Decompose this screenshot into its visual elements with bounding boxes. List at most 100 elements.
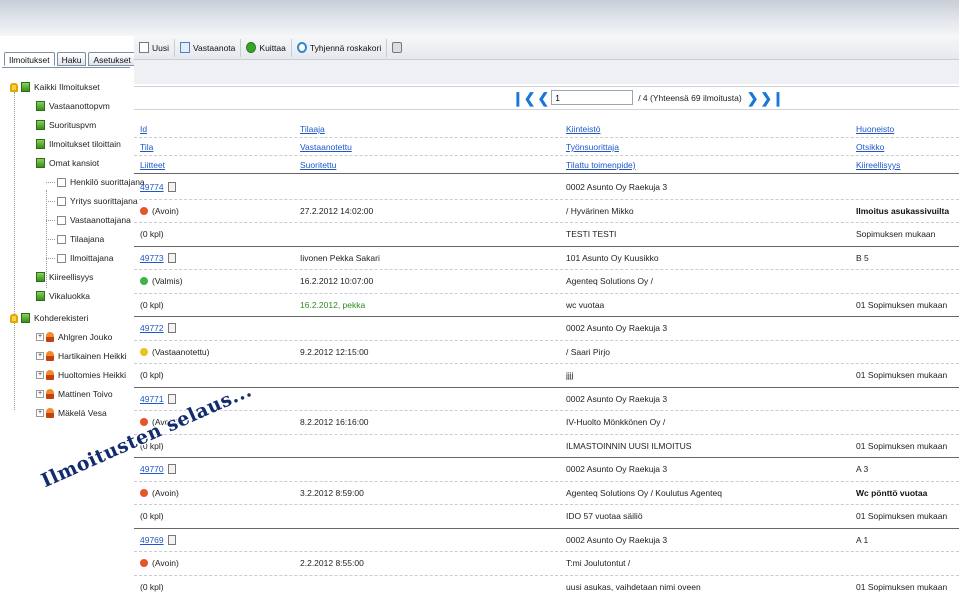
tree-node-yritys-suorittajana[interactable]: Yritys suorittajana (46, 194, 138, 208)
tree-node-vastaanottopvm[interactable]: Vastaanottopvm (36, 99, 110, 113)
header-tilaaja[interactable]: Tilaaja (300, 120, 566, 138)
tree-node-makela-vesa[interactable]: + Mäkelä Vesa (36, 406, 107, 420)
tree-node-tiloittain[interactable]: Ilmoitukset tiloittain (36, 137, 121, 151)
note-icon[interactable] (167, 252, 176, 263)
record-id-link[interactable]: 49773 (140, 253, 164, 263)
table-row[interactable]: 49771 0002 Asunto Oy Raekuja 3 (134, 388, 959, 412)
table-row[interactable]: (0 kpl) jjjj 01 Sopimuksen mukaan (134, 364, 959, 388)
note-icon[interactable] (167, 393, 176, 404)
receive-button[interactable]: Vastaanota (175, 38, 242, 57)
tree-node-omat-kansiot[interactable]: Omat kansiot (36, 156, 99, 170)
header-kiireellisyys[interactable]: Kiireellisyys (856, 156, 959, 174)
next-page-icon[interactable]: ❯ (747, 91, 759, 105)
header-id[interactable]: Id (140, 120, 298, 138)
expand-icon[interactable]: + (36, 371, 44, 379)
table-row[interactable]: (Avoin) 3.2.2012 8:59:00 Agenteq Solutions… (134, 482, 959, 505)
table-row[interactable]: 49770 0002 Asunto Oy Raekuja 3 A 3 (134, 458, 959, 482)
table-row[interactable]: 49773 Iivonen Pekka Sakari 101 Asunto Oy K… (134, 247, 959, 270)
header-suoritettu[interactable]: Suoritettu (300, 156, 566, 174)
record-attachments: (0 kpl) (140, 581, 164, 592)
table-row[interactable]: (0 kpl) uusi asukas, vaihdetaan nimi ovee… (134, 576, 959, 598)
record-property: 101 Asunto Oy Kuusikko (566, 252, 659, 263)
page-number-input[interactable] (551, 90, 634, 105)
expand-icon[interactable]: + (36, 352, 44, 360)
receive-button-label: Vastaanota (193, 42, 236, 53)
empty-trash-button[interactable]: Tyhjennä roskakori (292, 38, 388, 57)
table-row[interactable]: (0 kpl) ILMASTOINNIN UUSI ILMOITUS 01 Sopi… (134, 435, 959, 458)
last-page-icon[interactable]: ❯❙ (760, 91, 783, 105)
tab-ilmoitukset[interactable]: Ilmoitukset (4, 52, 55, 66)
navigation-panel: Ilmoitukset Haku Asetukset Kaikki Ilmoit… (0, 50, 145, 598)
table-row[interactable]: 49772 0002 Asunto Oy Raekuja 3 (134, 317, 959, 341)
status-text: (Avoin) (152, 487, 179, 498)
table-row[interactable]: 49774 0002 Asunto Oy Raekuja 3 (134, 176, 959, 200)
note-icon[interactable] (167, 464, 176, 474)
record-id-link[interactable]: 49771 (140, 394, 164, 404)
acknowledge-button[interactable]: Kuittaa (241, 38, 292, 57)
toolbar: Uusi Vastaanota Kuittaa Tyhjennä roskako… (134, 36, 959, 60)
tree-node-kohderekisteri[interactable]: Kohderekisteri (10, 311, 88, 325)
header-kiinteisto[interactable]: Kiinteistö (566, 120, 854, 138)
record-property: 0002 Asunto Oy Raekuja 3 (566, 323, 668, 333)
record-apartment (856, 317, 959, 341)
table-row[interactable]: 49769 0002 Asunto Oy Raekuja 3 A 1 (134, 529, 959, 552)
table-row[interactable]: (Avoin) 8.2.2012 16:16:00 IV-Huolto Mönkkö… (134, 411, 959, 435)
tree-node-label: Vastaanottajana (70, 215, 131, 225)
table-row[interactable]: (Valmis) 16.2.2012 10:07:00 Agenteq Soluti… (134, 270, 959, 294)
expand-icon[interactable]: + (36, 409, 44, 417)
header-tyonsuorittaja[interactable]: Työnsuorittaja (566, 138, 854, 156)
record-id-link[interactable]: 49774 (140, 182, 164, 192)
record-apartment (856, 388, 959, 412)
tab-asetukset[interactable]: Asetukset (88, 52, 136, 66)
table-row[interactable]: (Avoin) 27.2.2012 14:02:00 / Hyvärinen Mik… (134, 200, 959, 223)
record-subject (856, 270, 959, 294)
header-liitteet[interactable]: Liitteet (140, 156, 298, 174)
tree-node-henkilo-suorittajana[interactable]: Henkilö suorittajana (46, 175, 145, 189)
folder-icon (36, 158, 45, 168)
table-row[interactable]: (Vastaanotettu) 9.2.2012 12:15:00 / Saari … (134, 341, 959, 365)
tree-node-label: Vastaanottopvm (49, 101, 110, 111)
previous-page-icon[interactable]: ❮ (537, 91, 549, 105)
tree-node-label: Mattinen Toivo (58, 389, 113, 399)
tree-node-vikaluokka[interactable]: Vikaluokka (36, 289, 90, 303)
record-id-link[interactable]: 49770 (140, 464, 164, 474)
record-status: (Vastaanotettu) (140, 341, 298, 365)
table-row[interactable]: (0 kpl) IDO 57 vuotaa säiliö 01 Sopimuksen… (134, 505, 959, 529)
note-icon[interactable] (167, 182, 176, 192)
tree-node-huoltomies-heikki[interactable]: + Huoltomies Heikki (36, 368, 126, 382)
user-icon (46, 389, 54, 399)
header-vastaanotettu[interactable]: Vastaanotettu (300, 138, 566, 156)
tree-node-label: Yritys suorittajana (70, 196, 138, 206)
print-button[interactable] (387, 39, 410, 57)
tree-node-mattinen-toivo[interactable]: + Mattinen Toivo (36, 387, 113, 401)
tree-node-hartikainen-heikki[interactable]: + Hartikainen Heikki (36, 349, 127, 363)
expand-icon[interactable]: + (36, 333, 44, 341)
table-row[interactable]: (Avoin) 2.2.2012 8:55:00 T:mi Joulutontut … (134, 552, 959, 576)
tree-node-ahlgren-jouko[interactable]: + Ahlgren Jouko (36, 330, 112, 344)
tree-node-suorituspvm[interactable]: Suorituspvm (36, 118, 96, 132)
record-property: 0002 Asunto Oy Raekuja 3 (566, 534, 668, 545)
record-id-link[interactable]: 49772 (140, 323, 164, 333)
tree-node-kaikki-ilmoitukset[interactable]: Kaikki Ilmoitukset (10, 80, 100, 94)
tree-node-vastaanottajana[interactable]: Vastaanottajana (46, 213, 131, 227)
header-tilattu-toimenpide[interactable]: Tilattu toimenpide) (566, 156, 854, 174)
tree-node-tilaajana[interactable]: Tilaajana (46, 232, 104, 246)
folder-outline-icon (57, 253, 66, 263)
tree-node-ilmoittajana[interactable]: Ilmoittajana (46, 251, 113, 265)
first-page-icon[interactable]: ❙❮ (512, 91, 535, 105)
expand-icon[interactable]: + (36, 390, 44, 398)
pager-controls: ❙❮ ❮ / 4 (Yhteensä 69 ilmoitusta) ❯ ❯❙ (512, 90, 784, 105)
record-id-link[interactable]: 49769 (140, 535, 164, 545)
table-header-row: Tila Vastaanotettu Työnsuorittaja Otsikk… (134, 138, 959, 156)
note-icon[interactable] (167, 323, 176, 333)
tree-line (14, 92, 15, 316)
tab-haku[interactable]: Haku (56, 52, 87, 66)
table-row[interactable]: (0 kpl) TESTI TESTI Sopimuksen mukaan (134, 223, 959, 247)
tree-node-kiireellisyys[interactable]: Kiireellisyys (36, 270, 93, 284)
header-tila[interactable]: Tila (140, 138, 298, 156)
header-otsikko[interactable]: Otsikko (856, 138, 959, 156)
note-icon[interactable] (167, 534, 176, 545)
table-row[interactable]: (0 kpl) 16.2.2012, pekka wc vuotaa 01 Sopim… (134, 294, 959, 317)
new-button[interactable]: Uusi (134, 38, 176, 57)
header-huoneisto[interactable]: Huoneisto (856, 120, 959, 138)
